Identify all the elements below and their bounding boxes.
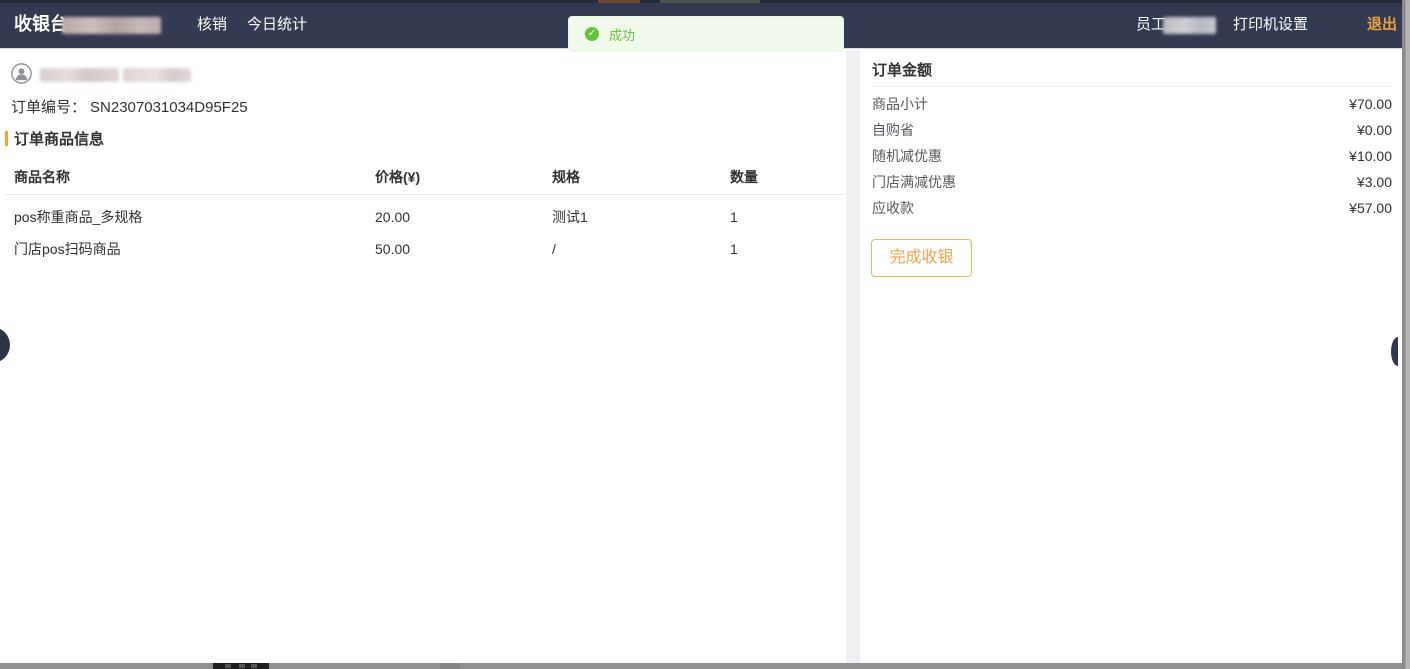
toast-message: 成功: [609, 25, 635, 44]
summary-row-store-discount: 门店满减优惠 ¥3.00: [872, 169, 1392, 195]
summary-label: 商品小计: [872, 94, 928, 114]
summary-value: ¥0.00: [1357, 122, 1392, 138]
summary-rows: 商品小计 ¥70.00 自购省 ¥0.00 随机减优惠 ¥10.00 门店满减优…: [872, 91, 1392, 221]
summary-label: 应收款: [872, 198, 914, 218]
summary-row-receivable: 应收款 ¥57.00: [872, 195, 1392, 221]
header-separator: [5, 194, 845, 195]
nav-item-verify[interactable]: 核销: [197, 0, 227, 49]
table-row: pos称重商品_多规格 20.00 测试1 1: [0, 201, 846, 233]
summary-label: 自购省: [872, 120, 914, 140]
section-accent-bar: [5, 131, 8, 146]
cell-spec: /: [552, 233, 556, 265]
taskbar-sliver: [213, 663, 269, 669]
taskbar-dim-sliver: [440, 663, 460, 669]
summary-separator: [872, 86, 1392, 87]
top-edge-orange-sliver: [598, 0, 640, 3]
customer-avatar-icon: [11, 63, 32, 84]
nav-item-today-stats[interactable]: 今日统计: [247, 0, 307, 49]
window-bottom-border: [0, 663, 1402, 669]
order-number-value: SN2307031034D95F25: [90, 99, 248, 116]
order-number-label: 订单编号：: [11, 99, 86, 116]
cell-price: 20.00: [375, 201, 410, 233]
header-product-name: 商品名称: [14, 160, 70, 194]
section-title: 订单商品信息: [14, 128, 104, 149]
cell-product-name: 门店pos扫码商品: [14, 233, 121, 265]
success-toast: ✓ 成功: [568, 16, 844, 52]
top-edge-artifact: [0, 0, 1402, 3]
logout-button[interactable]: 退出: [1367, 0, 1397, 49]
pos-window: 收银台 核销 今日统计 员工： 打印机设置 退出 ✓ 成功 订单编号：SN230…: [0, 0, 1410, 669]
header-price: 价格(¥): [375, 160, 420, 194]
redacted-store-name: [62, 17, 161, 34]
header-quantity: 数量: [730, 160, 758, 194]
summary-label: 门店满减优惠: [872, 172, 956, 192]
header-spec: 规格: [552, 160, 580, 194]
product-table: 商品名称 价格(¥) 规格 数量 pos称重商品_多规格 20.00 测试1 1…: [0, 160, 846, 265]
table-row: 门店pos扫码商品 50.00 / 1: [0, 233, 846, 265]
redacted-employee-name: [1163, 17, 1216, 34]
summary-row-self-purchase-saving: 自购省 ¥0.00: [872, 117, 1392, 143]
order-amount-panel: 订单金额 商品小计 ¥70.00 自购省 ¥0.00 随机减优惠 ¥10.00 …: [860, 50, 1402, 663]
cell-quantity: 1: [730, 233, 738, 265]
cell-quantity: 1: [730, 201, 738, 233]
complete-checkout-button[interactable]: 完成收银: [871, 239, 972, 277]
app-title: 收银台: [14, 0, 68, 49]
panel-divider: [846, 50, 860, 663]
redacted-customer-name: [40, 68, 119, 82]
right-drawer-handle[interactable]: [1391, 337, 1398, 366]
redacted-customer-phone: [123, 68, 191, 82]
cell-product-name: pos称重商品_多规格: [14, 201, 142, 233]
product-table-header: 商品名称 价格(¥) 规格 数量: [0, 160, 846, 194]
summary-label: 随机减优惠: [872, 146, 942, 166]
summary-row-random-discount: 随机减优惠 ¥10.00: [872, 143, 1392, 169]
cell-spec: 测试1: [552, 201, 588, 233]
order-items-section-header: 订单商品信息: [5, 130, 104, 146]
order-number-row: 订单编号：SN2307031034D95F25: [11, 96, 248, 117]
window-right-border: [1402, 0, 1410, 669]
summary-value: ¥57.00: [1349, 200, 1392, 216]
summary-row-subtotal: 商品小计 ¥70.00: [872, 91, 1392, 117]
top-edge-green-sliver: [660, 0, 760, 3]
order-detail-panel: 订单编号：SN2307031034D95F25 订单商品信息 商品名称 价格(¥…: [0, 50, 846, 663]
cell-price: 50.00: [375, 233, 410, 265]
summary-title: 订单金额: [872, 59, 932, 80]
summary-value: ¥70.00: [1349, 96, 1392, 112]
printer-settings-button[interactable]: 打印机设置: [1233, 0, 1308, 49]
summary-value: ¥10.00: [1349, 148, 1392, 164]
summary-value: ¥3.00: [1357, 174, 1392, 190]
success-check-icon: ✓: [585, 27, 599, 41]
